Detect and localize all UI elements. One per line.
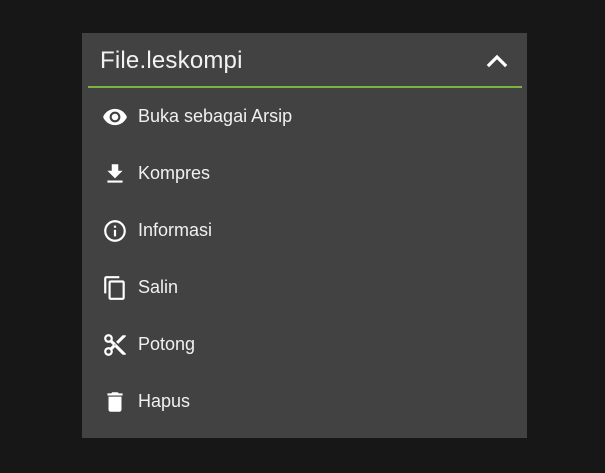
menu-item-compress[interactable]: Kompres xyxy=(82,145,527,202)
menu-item-open-as-archive[interactable]: Buka sebagai Arsip xyxy=(82,88,527,145)
menu-items: Buka sebagai Arsip Kompres Informasi Sal… xyxy=(82,88,527,430)
scissors-icon xyxy=(102,332,128,358)
menu-item-copy[interactable]: Salin xyxy=(82,259,527,316)
menu-item-label: Potong xyxy=(138,334,196,354)
eye-icon xyxy=(102,104,128,130)
info-icon xyxy=(102,218,128,244)
chevron-up-icon xyxy=(486,54,508,67)
menu-item-label: Informasi xyxy=(138,220,213,240)
menu-item-label: Kompres xyxy=(138,163,211,183)
menu-item-information[interactable]: Informasi xyxy=(82,202,527,259)
menu-item-label: Buka sebagai Arsip xyxy=(138,106,293,126)
menu-item-delete[interactable]: Hapus xyxy=(82,373,527,430)
menu-item-label: Hapus xyxy=(138,391,191,411)
file-context-menu: File.leskompi Buka sebagai Arsip Kompres xyxy=(82,33,527,438)
menu-title: File.leskompi xyxy=(100,46,243,74)
menu-item-cut[interactable]: Potong xyxy=(82,316,527,373)
download-icon xyxy=(102,161,128,187)
trash-icon xyxy=(102,389,128,415)
header-divider xyxy=(88,86,522,88)
copy-icon xyxy=(102,275,128,301)
menu-item-label: Salin xyxy=(138,277,179,297)
collapse-button[interactable] xyxy=(481,45,513,77)
menu-header: File.leskompi xyxy=(82,33,527,88)
